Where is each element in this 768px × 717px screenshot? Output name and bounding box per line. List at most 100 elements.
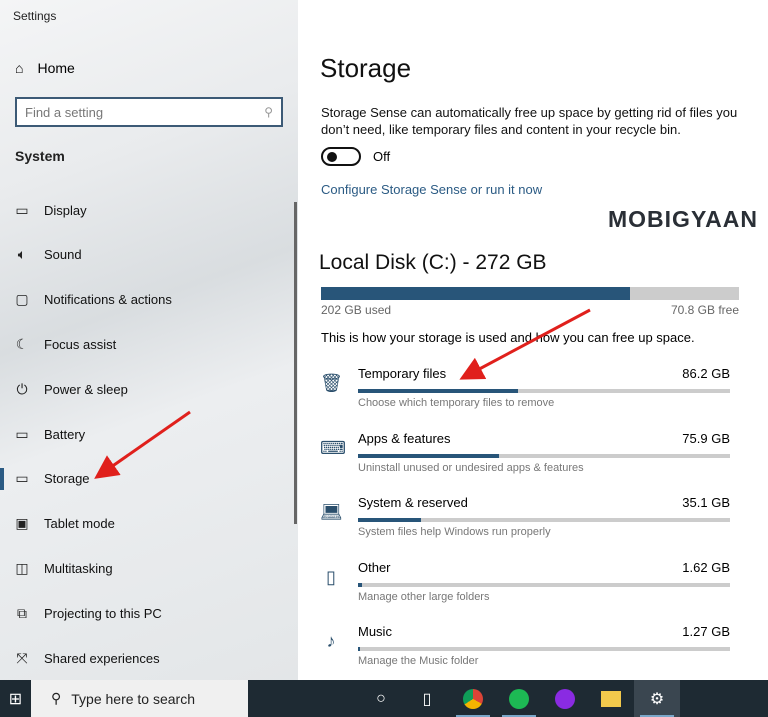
notification-icon: ▢ <box>15 291 29 308</box>
sidebar-item-sound[interactable]: 🔈︎ Sound <box>0 240 290 270</box>
spotify-button[interactable] <box>496 680 542 717</box>
sidebar-item-projecting-to-this-pc[interactable]: ⧉ Projecting to this PC <box>0 598 290 628</box>
category-usage-bar <box>358 582 730 587</box>
sidebar-item-label: Storage <box>44 471 90 487</box>
disk-usage-fill <box>321 287 631 300</box>
storage-category-system-reserved[interactable]: 💻︎ System & reserved 35.1 GB System file… <box>320 495 730 552</box>
storage-category-apps-features[interactable]: ⌨ Apps & features 75.9 GB Uninstall unus… <box>320 431 730 488</box>
category-size: 75.9 GB <box>682 430 730 446</box>
search-placeholder: Find a setting <box>25 104 104 120</box>
trash-icon: 🗑︎ <box>320 373 343 393</box>
sidebar-item-label: Projecting to this PC <box>44 605 162 621</box>
search-icon: ⚲ <box>264 105 273 119</box>
category-name: Music <box>358 624 392 639</box>
spotify-icon <box>509 688 529 709</box>
projector-icon: ⧉ <box>17 604 27 621</box>
multitasking-icon: ◫ <box>15 559 29 576</box>
sidebar-item-label: Multitasking <box>44 560 113 576</box>
category-usage-bar <box>358 453 730 458</box>
sidebar-scrollbar[interactable] <box>294 202 297 524</box>
category-name: Other <box>358 559 391 575</box>
category-size: 86.2 GB <box>682 366 730 381</box>
folder-icon <box>601 690 621 707</box>
battery-icon: ▭ <box>15 425 29 442</box>
category-usage-fill <box>358 518 422 522</box>
main-content: Storage Storage Sense can automatically … <box>298 0 768 680</box>
sidebar-item-notifications-actions[interactable]: ▢ Notifications & actions <box>0 285 290 315</box>
configure-storage-sense-link[interactable]: Configure Storage Sense or run it now <box>321 182 542 197</box>
home-icon: ⌂ <box>15 60 24 76</box>
sidebar-item-shared-experiences[interactable]: ⤧ Shared experiences <box>0 643 290 673</box>
category-description: Choose which temporary files to remove <box>358 397 555 409</box>
category-description: Uninstall unused or undesired apps & fea… <box>358 461 584 474</box>
toggle-state: Off <box>373 149 391 164</box>
category-description: Manage other large folders <box>358 590 490 603</box>
sidebar-item-multitasking[interactable]: ◫ Multitasking <box>0 553 290 583</box>
task-view-icon: ▯ <box>422 690 432 708</box>
category-name: System & reserved <box>358 495 468 510</box>
category-usage-fill <box>358 389 518 393</box>
category-description: System files help Windows run properly <box>358 526 551 538</box>
chrome-button[interactable] <box>450 680 496 717</box>
sidebar-item-focus-assist[interactable]: ☾ Focus assist <box>0 329 290 359</box>
music-icon: ♪ <box>326 631 336 651</box>
category-size: 1.62 GB <box>682 559 730 575</box>
chrome-icon <box>463 688 483 709</box>
find-setting-input[interactable]: Find a setting ⚲ <box>15 97 283 127</box>
storage-category-other[interactable]: ▯ Other 1.62 GB Manage other large folde… <box>320 560 730 617</box>
gear-icon: ⚙ <box>649 690 665 708</box>
disk-title: Local Disk (C:) - 272 GB <box>319 251 547 274</box>
laptop-icon: 💻︎ <box>320 502 343 522</box>
sidebar-item-storage[interactable]: ▭ Storage <box>0 464 290 494</box>
apps-icon: ⌨ <box>320 437 346 458</box>
storage-category-music[interactable]: ♪ Music 1.27 GB Manage the Music folder <box>320 624 730 681</box>
category-usage-fill <box>358 582 362 587</box>
sidebar-item-label: Battery <box>44 426 86 442</box>
sidebar-item-label: Power & sleep <box>44 381 128 397</box>
storage-icon: ▭ <box>15 470 29 487</box>
category-name: Temporary files <box>358 366 447 381</box>
sidebar-item-display[interactable]: ▭ Display <box>0 195 290 225</box>
sidebar-item-label: Focus assist <box>44 336 117 352</box>
category-description: Manage the Music folder <box>358 655 479 667</box>
category-usage-fill <box>358 453 500 458</box>
sidebar-item-tablet-mode[interactable]: ▣ Tablet mode <box>0 509 290 539</box>
sidebar-item-label: Display <box>44 202 87 218</box>
sidebar-item-label: Sound <box>44 247 82 263</box>
search-icon: ⚲ <box>51 690 62 706</box>
home-label: Home <box>37 60 75 76</box>
tablet-icon: ▣ <box>15 515 29 532</box>
category-usage-bar <box>358 518 730 522</box>
category-size: 1.27 GB <box>682 624 730 639</box>
file-explorer-button[interactable] <box>588 680 634 717</box>
category-usage-fill <box>358 647 361 651</box>
sidebar-item-power-sleep[interactable]: ⏻ Power & sleep <box>0 374 290 404</box>
taskbar-search[interactable]: ⚲ Type here to search <box>31 680 248 717</box>
windows-icon: ⊞ <box>8 690 23 708</box>
podcast-app-button[interactable] <box>542 680 588 717</box>
page-title: Storage <box>320 53 412 83</box>
moon-icon: ☾ <box>15 335 29 352</box>
category-size: 35.1 GB <box>682 495 730 510</box>
start-button[interactable]: ⊞ <box>0 680 31 717</box>
monitor-icon: ▭ <box>15 201 29 218</box>
taskbar-search-placeholder: Type here to search <box>71 690 196 707</box>
power-icon: ⏻ <box>16 380 28 397</box>
home-link[interactable]: ⌂ Home <box>15 60 75 76</box>
sidebar-item-label: Notifications & actions <box>44 292 172 308</box>
storage-category-temporary-files[interactable]: 🗑︎ Temporary files 86.2 GB Choose which … <box>320 366 730 423</box>
disk-usage-bar <box>321 287 739 300</box>
sidebar-item-battery[interactable]: ▭ Battery <box>0 419 290 449</box>
watermark-logo: MOBIGYAAN <box>608 206 758 232</box>
category-name: Apps & features <box>358 430 451 446</box>
usage-intro: This is how your storage is used and how… <box>321 330 695 345</box>
settings-button[interactable]: ⚙ <box>634 680 680 717</box>
task-view-button[interactable]: ▯ <box>404 680 450 717</box>
speaker-icon: 🔈︎ <box>17 246 27 263</box>
cortana-button[interactable]: ○ <box>358 680 404 717</box>
shared-icon: ⤧ <box>16 649 28 666</box>
sidebar-item-label: Tablet mode <box>44 516 115 532</box>
taskbar: ⊞ ⚲ Type here to search ○ ▯ ⚙ <box>0 680 768 717</box>
storage-sense-toggle[interactable] <box>321 147 361 166</box>
category-usage-bar <box>358 389 730 393</box>
